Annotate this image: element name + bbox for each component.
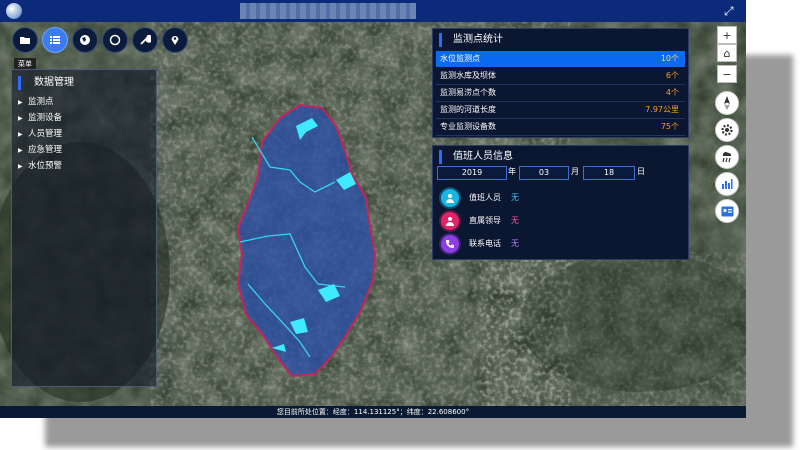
- stat-value: 10个: [660, 54, 679, 63]
- app-title-blurred: [240, 3, 416, 19]
- stat-row-flood-points[interactable]: 监测易涝点个数 4个: [436, 85, 685, 102]
- latitude-label: 纬度：: [406, 408, 428, 416]
- menu-item-water-level-alert[interactable]: ▶ 水位预警: [18, 159, 148, 173]
- data-management-panel: 数据管理 ▶ 监测点 ▶ 监测设备 ▶ 人员管理 ▶ 应急管理 ▶ 水位预警: [11, 69, 157, 387]
- gear-icon: [721, 124, 733, 136]
- zoom-control: + ⌂ −: [717, 26, 737, 83]
- stat-value: 4个: [665, 88, 679, 97]
- stat-label: 水位监测点: [440, 54, 480, 63]
- day-label: 日: [637, 167, 645, 176]
- zoom-out-button[interactable]: −: [717, 65, 737, 83]
- header-accent: [18, 76, 21, 90]
- folder-button[interactable]: [12, 27, 38, 53]
- location-prefix: 您目前所处位置：: [276, 408, 333, 416]
- panel-title: 监测点统计: [453, 34, 503, 45]
- stat-label: 专业监测设备数: [440, 122, 496, 131]
- globe-logo-icon: [6, 3, 22, 19]
- month-label: 月: [571, 167, 579, 176]
- menu-item-label: 监测设备: [28, 113, 63, 123]
- bar-chart-icon: [722, 179, 733, 189]
- locate-button[interactable]: [162, 27, 188, 53]
- circle-icon: [109, 34, 121, 46]
- latitude-value: 22.608600°: [427, 408, 470, 416]
- person-icon: [441, 189, 459, 207]
- expand-icon[interactable]: ⤢: [724, 3, 734, 19]
- app-window: ⤢ 菜单 数据管理 ▶ 监测点 ▶ 监测设备 ▶ 人员管理 ▶ 应急管理 ▶ 水…: [0, 0, 746, 418]
- contact-card-button[interactable]: [715, 199, 739, 223]
- list-icon: [50, 36, 60, 44]
- chart-button[interactable]: [715, 172, 739, 196]
- menu-item-monitoring-devices[interactable]: ▶ 监测设备: [18, 111, 148, 125]
- leader-icon: [441, 212, 459, 230]
- location-status-bar: 您目前所处位置：经度：114.131125°；纬度：22.608600°: [0, 406, 746, 418]
- person-label: 直属领导: [469, 216, 501, 225]
- menu-item-monitoring-points[interactable]: ▶ 监测点: [18, 95, 148, 109]
- menu-item-label: 监测点: [28, 97, 54, 107]
- circle-select-button[interactable]: [102, 27, 128, 53]
- longitude-value: 114.131125°: [353, 408, 400, 416]
- person-label: 值班人员: [469, 193, 501, 202]
- stat-row-devices[interactable]: 专业监测设备数 75个: [436, 119, 685, 136]
- person-value: 无: [511, 239, 519, 248]
- title-bar: ⤢: [0, 0, 746, 22]
- globe-icon: [80, 35, 90, 45]
- tools-button[interactable]: [132, 27, 158, 53]
- panel-header: 数据管理: [18, 76, 150, 92]
- caret-right-icon: ▶: [18, 131, 23, 138]
- monitoring-stats-panel: 监测点统计 水位监测点 10个 监测水库及坝体 6个 监测易涝点个数 4个 监测…: [432, 28, 689, 138]
- stat-label: 监测易涝点个数: [440, 88, 496, 97]
- menu-item-personnel[interactable]: ▶ 人员管理: [18, 127, 148, 141]
- stat-row-river-length[interactable]: 监测的河道长度 7.97公里: [436, 102, 685, 119]
- rain-icon: [722, 152, 732, 163]
- header-accent: [439, 150, 442, 164]
- stat-label: 监测的河道长度: [440, 105, 496, 114]
- home-button[interactable]: ⌂: [717, 44, 737, 62]
- menu-item-label: 应急管理: [28, 145, 63, 155]
- panel-title: 值班人员信息: [453, 151, 513, 162]
- compass-button[interactable]: [715, 91, 739, 115]
- layers-button[interactable]: [72, 27, 98, 53]
- caret-right-icon: ▶: [18, 147, 23, 154]
- panel-title: 数据管理: [34, 77, 74, 88]
- rain-button[interactable]: [715, 145, 739, 169]
- menu-item-label: 人员管理: [28, 129, 63, 139]
- menu-item-label: 水位预警: [28, 161, 63, 171]
- day-input[interactable]: 18: [583, 166, 635, 180]
- wrench-icon: [140, 34, 151, 45]
- stat-label: 监测水库及坝体: [440, 71, 496, 80]
- header-accent: [439, 33, 442, 47]
- compass-icon: [724, 96, 730, 110]
- zoom-in-button[interactable]: +: [717, 26, 737, 44]
- coord-separator: ；: [399, 408, 407, 416]
- phone-icon: [441, 235, 459, 253]
- id-card-icon: [721, 206, 733, 216]
- settings-button[interactable]: [715, 118, 739, 142]
- stat-value: 7.97公里: [645, 105, 679, 114]
- caret-right-icon: ▶: [18, 115, 23, 122]
- folder-icon: [20, 37, 30, 44]
- duty-personnel-panel: 值班人员信息 2019 年 03 月 18 日 值班人员 无 直属领导 无 联系…: [432, 145, 689, 260]
- stat-row-water-level-points[interactable]: 水位监测点 10个: [436, 51, 685, 67]
- menu-button[interactable]: [42, 27, 68, 53]
- month-input[interactable]: 03: [519, 166, 569, 180]
- stat-value: 75个: [660, 122, 679, 131]
- menu-item-emergency[interactable]: ▶ 应急管理: [18, 143, 148, 157]
- stat-row-reservoirs[interactable]: 监测水库及坝体 6个: [436, 68, 685, 85]
- map-pin-icon: [171, 36, 179, 45]
- caret-right-icon: ▶: [18, 163, 23, 170]
- caret-right-icon: ▶: [18, 99, 23, 106]
- person-value: 无: [511, 193, 519, 202]
- year-label: 年: [508, 167, 516, 176]
- stat-value: 6个: [665, 71, 679, 80]
- person-label: 联系电话: [469, 239, 501, 248]
- person-value: 无: [511, 216, 519, 225]
- longitude-label: 经度：: [332, 408, 354, 416]
- year-input[interactable]: 2019: [437, 166, 507, 180]
